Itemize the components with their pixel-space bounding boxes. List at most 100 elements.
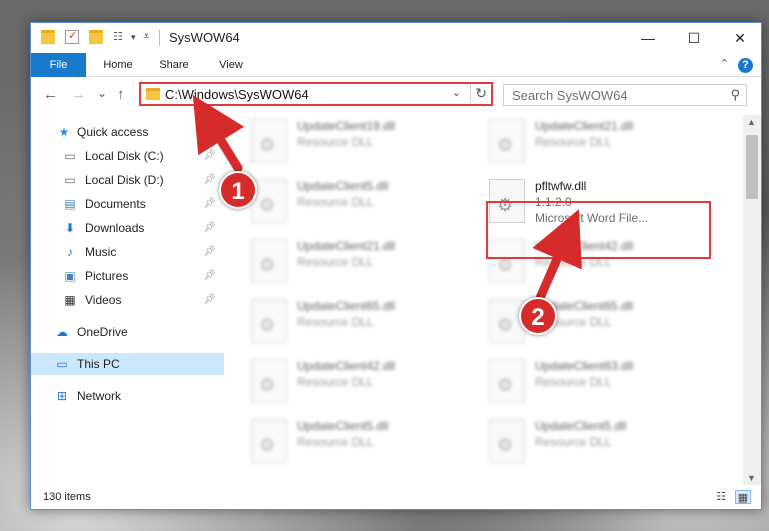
list-item[interactable]: ⚙ UpdateClient65.dll Resource DLL [225, 295, 455, 351]
music-icon: ♪ [67, 245, 73, 259]
search-box[interactable]: ⚲ [503, 84, 747, 106]
tab-home[interactable]: Home [93, 53, 143, 77]
refresh-icon[interactable]: ↻ [470, 85, 487, 102]
quick-access-dropdown-icon[interactable]: ⩡ [143, 29, 157, 43]
new-folder-icon[interactable] [89, 30, 103, 44]
dll-file-icon: ⚙ [489, 359, 525, 403]
sidebar-item-label: Documents [85, 197, 146, 211]
address-bar[interactable]: C:\Windows\SysWOW64 ⌄ ↻ [139, 82, 493, 106]
sidebar-item-downloads[interactable]: ⬇ Downloads 📌︎ [31, 217, 224, 239]
recent-locations-button[interactable]: ⌄ [97, 86, 107, 100]
video-icon: ▦ [64, 293, 76, 307]
pin-icon: 📌︎ [203, 174, 216, 185]
navigation-pane: ★ Quick access ▭ Local Disk (C:) 📌︎ ▭ Lo… [31, 115, 224, 485]
list-item[interactable]: ⚙ UpdateClient21.dll Resource DLL [225, 235, 455, 291]
list-item[interactable]: ⚙ UpdateClient42.dll Resource DLL [225, 355, 455, 411]
step-2-badge: 2 [519, 297, 557, 335]
dll-file-icon: ⚙ [251, 299, 287, 343]
list-item[interactable]: ⚙ UpdateClient5.dll Resource DLL [225, 415, 455, 471]
details-view-icon[interactable]: ☷ [713, 490, 729, 504]
target-file-highlight [486, 201, 711, 259]
dll-file-icon: ⚙ [251, 239, 287, 283]
sidebar-item-music[interactable]: ♪ Music 📌︎ [31, 241, 224, 263]
sidebar-item-local-disk-c[interactable]: ▭ Local Disk (C:) 📌︎ [31, 145, 224, 167]
sidebar-item-network[interactable]: ⊞ Network [31, 385, 224, 407]
pin-icon: 📌︎ [203, 222, 216, 233]
sidebar-item-label: This PC [77, 357, 120, 371]
file-type: Resource DLL [297, 195, 374, 209]
sidebar-item-label: Pictures [85, 269, 129, 283]
sidebar-item-documents[interactable]: ▤ Documents 📌︎ [31, 193, 224, 215]
close-button[interactable]: ✕ [717, 23, 763, 53]
folder-icon [41, 30, 55, 44]
sidebar-item-label: Local Disk (C:) [85, 149, 164, 163]
file-name: UpdateClient42.dll [297, 359, 396, 373]
tab-file[interactable]: File [31, 53, 86, 77]
file-name: UpdateClient21.dll [535, 119, 634, 133]
address-path: C:\Windows\SysWOW64 [165, 87, 309, 102]
sidebar-item-label: Downloads [85, 221, 145, 235]
collapse-ribbon-icon[interactable]: ⌃ [720, 57, 729, 70]
maximize-button[interactable]: ☐ [671, 23, 717, 53]
download-icon: ⬇ [64, 221, 76, 235]
forward-button[interactable]: → [71, 86, 86, 103]
file-name: UpdateClient63.dll [535, 359, 634, 373]
sidebar-item-onedrive[interactable]: ☁ OneDrive [31, 321, 224, 343]
sidebar-item-this-pc[interactable]: ▭ This PC [31, 353, 224, 375]
status-bar: 130 items ☷ ▦ [31, 487, 761, 509]
explorer-window: ✓ ☷ ▾ ⩡ SysWOW64 — ☐ ✕ File Home Share V… [30, 22, 762, 510]
scroll-up-icon[interactable]: ▲ [747, 117, 756, 127]
scroll-thumb[interactable] [746, 135, 758, 199]
sidebar-item-videos[interactable]: ▦ Videos 📌︎ [31, 289, 224, 311]
tab-share[interactable]: Share [149, 53, 199, 77]
properties-icon[interactable]: ✓ [65, 30, 79, 44]
list-item[interactable]: ⚙ UpdateClient19.dll Resource DLL [225, 115, 455, 171]
list-item[interactable]: ⚙ UpdateClient63.dll Resource DLL [463, 355, 693, 411]
window-title: SysWOW64 [169, 30, 240, 45]
customize-toolbar-icon[interactable]: ☷ [113, 30, 127, 44]
list-item[interactable]: ⚙ UpdateClient21.dll Resource DLL [463, 115, 693, 171]
back-button[interactable]: ← [43, 86, 58, 103]
file-name: pfltwfw.dll [535, 179, 587, 193]
search-icon[interactable]: ⚲ [730, 87, 740, 103]
sidebar-item-pictures[interactable]: ▣ Pictures 📌︎ [31, 265, 224, 287]
item-count: 130 items [43, 491, 91, 503]
file-type: Resource DLL [535, 375, 612, 389]
file-name: UpdateClient65.dll [297, 299, 396, 313]
dll-file-icon: ⚙ [251, 419, 287, 463]
title-separator [159, 30, 160, 46]
list-item[interactable]: ⚙ UpdateClient5.dll Resource DLL [463, 415, 693, 471]
scroll-down-icon[interactable]: ▼ [747, 473, 756, 483]
sidebar-item-label: OneDrive [77, 325, 128, 339]
sidebar-item-label: Videos [85, 293, 122, 307]
star-icon: ★ [58, 125, 70, 139]
file-name: UpdateClient19.dll [297, 119, 396, 133]
vertical-scrollbar[interactable]: ▲ ▼ [743, 115, 761, 485]
file-name: UpdateClient5.dll [297, 179, 389, 193]
file-type: Resource DLL [535, 135, 612, 149]
title-bar: ✓ ☷ ▾ ⩡ SysWOW64 — ☐ ✕ [31, 23, 761, 53]
file-type: Resource DLL [535, 435, 612, 449]
document-icon: ▤ [64, 197, 76, 211]
sidebar-item-quick-access[interactable]: ★ Quick access [31, 121, 224, 143]
computer-icon: ▭ [56, 357, 68, 371]
help-icon[interactable]: ? [738, 58, 753, 73]
list-item[interactable]: ⚙ UpdateClient65.dll Resource DLL [463, 295, 693, 351]
list-item[interactable]: ⚙ UpdateClient5.dll Resource DLL [225, 175, 455, 231]
file-list: ⚙ UpdateClient19.dll Resource DLL ⚙ Upda… [225, 115, 743, 485]
file-type: Resource DLL [297, 375, 374, 389]
minimize-button[interactable]: — [625, 23, 671, 53]
up-button[interactable]: ↑ [117, 86, 125, 103]
tab-view[interactable]: View [206, 53, 256, 77]
search-input[interactable] [504, 85, 714, 105]
chevron-down-icon[interactable]: ⌄ [452, 86, 461, 99]
sidebar-item-local-disk-d[interactable]: ▭ Local Disk (D:) 📌︎ [31, 169, 224, 191]
pin-icon: 📌︎ [203, 246, 216, 257]
pin-icon: 📌︎ [203, 150, 216, 161]
pin-icon: 📌︎ [203, 294, 216, 305]
tiles-view-icon[interactable]: ▦ [735, 490, 751, 504]
dll-file-icon: ⚙ [489, 419, 525, 463]
file-type: Resource DLL [297, 435, 374, 449]
dll-file-icon: ⚙ [489, 119, 525, 163]
pin-icon: 📌︎ [203, 198, 216, 209]
